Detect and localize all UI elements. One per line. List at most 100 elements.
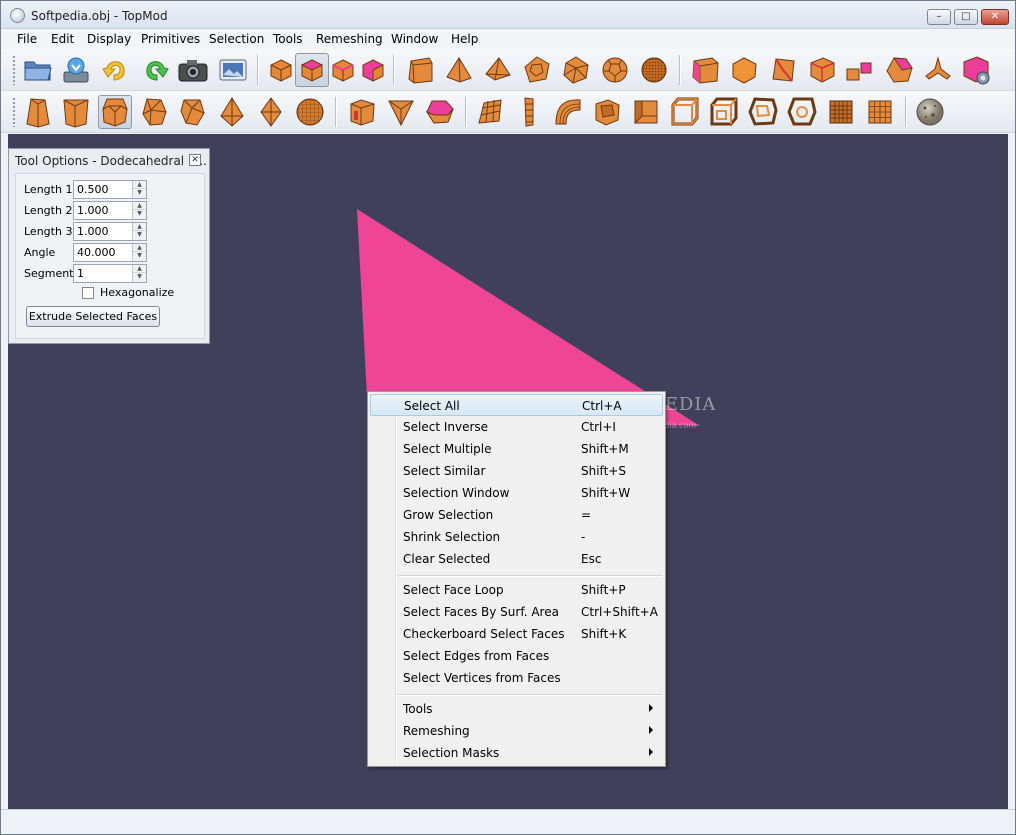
- hexagonalize-checkbox[interactable]: [82, 287, 94, 299]
- lattice-icon[interactable]: [824, 95, 858, 129]
- menu-edit[interactable]: Edit: [51, 32, 74, 46]
- menu-remeshing[interactable]: Remeshing: [316, 32, 383, 46]
- spin-down-icon[interactable]: ▼: [133, 273, 146, 281]
- menu-tools[interactable]: Tools: [273, 32, 303, 46]
- spin-up-icon[interactable]: ▲: [133, 181, 146, 189]
- title-bar[interactable]: Softpedia.obj - TopMod – □ ✕: [1, 1, 1015, 29]
- face-select-mode-icon[interactable]: [295, 53, 329, 87]
- extrude-double-face-icon[interactable]: [59, 95, 93, 129]
- column-icon[interactable]: [423, 95, 457, 129]
- menu-help[interactable]: Help: [451, 32, 478, 46]
- extrude-face-icon[interactable]: [21, 95, 55, 129]
- dodecahedral-extrude-icon[interactable]: [98, 95, 132, 129]
- undo-icon[interactable]: [99, 53, 133, 87]
- close-button[interactable]: ✕: [981, 9, 1009, 25]
- segments-input[interactable]: [74, 265, 132, 282]
- dodecahedron-primitive-icon[interactable]: [520, 53, 554, 87]
- tetrahedron-primitive-icon[interactable]: [442, 53, 476, 87]
- spin-up-icon[interactable]: ▲: [133, 202, 146, 210]
- menu-item-selection-masks-submenu[interactable]: Selection Masks: [370, 742, 663, 764]
- hole-handle-icon[interactable]: [551, 95, 585, 129]
- menu-item-clear-selected[interactable]: Clear Selected Esc: [370, 548, 663, 570]
- length1-input[interactable]: [74, 181, 132, 198]
- length2-input[interactable]: [74, 202, 132, 219]
- extrude-selected-faces-button[interactable]: Extrude Selected Faces: [26, 306, 160, 327]
- texture-sphere-icon[interactable]: [913, 95, 947, 129]
- toolbar-grip[interactable]: [12, 97, 16, 127]
- soccer-ball-primitive-icon[interactable]: [598, 53, 632, 87]
- torus-handle-icon[interactable]: [707, 95, 741, 129]
- angle-input[interactable]: [74, 244, 132, 261]
- tool-options-title[interactable]: Tool Options - Dodecahedral E...: [9, 149, 209, 171]
- menu-item-select-multiple[interactable]: Select Multiple Shift+M: [370, 438, 663, 460]
- menu-item-tools-submenu[interactable]: Tools: [370, 698, 663, 720]
- segments-spinbox[interactable]: ▲ ▼: [73, 264, 147, 283]
- length3-input[interactable]: [74, 223, 132, 240]
- vertex-select-mode-icon[interactable]: [264, 53, 298, 87]
- menu-item-grow-selection[interactable]: Grow Selection =: [370, 504, 663, 526]
- sculpting-icon[interactable]: [746, 95, 780, 129]
- menu-item-select-all[interactable]: Select All Ctrl+A: [370, 394, 663, 416]
- delete-edge-icon[interactable]: [727, 53, 761, 87]
- insert-edge-icon[interactable]: [688, 53, 722, 87]
- wireframe-cube-icon[interactable]: [785, 95, 819, 129]
- screenshot-icon[interactable]: [216, 53, 250, 87]
- sierpinsky-icon[interactable]: [473, 95, 507, 129]
- menu-display[interactable]: Display: [87, 32, 131, 46]
- icosahedron-primitive-icon[interactable]: [559, 53, 593, 87]
- octahedron-primitive-icon[interactable]: [481, 53, 515, 87]
- spin-down-icon[interactable]: ▼: [133, 231, 146, 239]
- menu-item-select-inverse[interactable]: Select Inverse Ctrl+I: [370, 416, 663, 438]
- splice-corners-icon[interactable]: [882, 53, 916, 87]
- pipe-handle-icon[interactable]: [629, 95, 663, 129]
- wireframe-icon[interactable]: [384, 95, 418, 129]
- subdivide-edge-icon[interactable]: [805, 53, 839, 87]
- minimize-button[interactable]: –: [927, 9, 951, 25]
- connect-edges-icon[interactable]: [843, 53, 877, 87]
- maximize-button[interactable]: □: [954, 9, 978, 25]
- transform-icon[interactable]: [921, 53, 955, 87]
- spin-up-icon[interactable]: ▲: [133, 265, 146, 273]
- spin-down-icon[interactable]: ▼: [133, 210, 146, 218]
- crust-icon[interactable]: [345, 95, 379, 129]
- tool-options-close-icon[interactable]: ✕: [189, 154, 201, 166]
- angle-spinbox[interactable]: ▲ ▼: [73, 243, 147, 262]
- menu-selection[interactable]: Selection: [209, 32, 264, 46]
- menu-primitives[interactable]: Primitives: [141, 32, 200, 46]
- menu-window[interactable]: Window: [391, 32, 438, 46]
- selection-settings-icon[interactable]: [959, 53, 993, 87]
- camera-icon[interactable]: [176, 53, 210, 87]
- length1-spinbox[interactable]: ▲ ▼: [73, 180, 147, 199]
- toolbar-grip[interactable]: [12, 55, 16, 85]
- open-folder-icon[interactable]: [21, 53, 55, 87]
- menu-item-select-face-loop[interactable]: Select Face Loop Shift+P: [370, 579, 663, 601]
- menu-item-select-vertices-from-faces[interactable]: Select Vertices from Faces: [370, 667, 663, 689]
- menu-item-select-faces-by-surf-area[interactable]: Select Faces By Surf. Area Ctrl+Shift+A: [370, 601, 663, 623]
- spin-up-icon[interactable]: ▲: [133, 223, 146, 231]
- menu-item-select-similar[interactable]: Select Similar Shift+S: [370, 460, 663, 482]
- dome-extrude-icon[interactable]: [176, 95, 210, 129]
- multi-face-handle-icon[interactable]: [512, 95, 546, 129]
- menu-item-checkerboard-select-faces[interactable]: Checkerboard Select Faces Shift+K: [370, 623, 663, 645]
- cubical-extrude-icon[interactable]: [293, 95, 327, 129]
- loop-handle-icon[interactable]: [668, 95, 702, 129]
- length3-spinbox[interactable]: ▲ ▼: [73, 222, 147, 241]
- collapse-edge-icon[interactable]: [766, 53, 800, 87]
- menu-item-select-edges-from-faces[interactable]: Select Edges from Faces: [370, 645, 663, 667]
- corner-select-mode-icon[interactable]: [356, 53, 390, 87]
- geodesic-sphere-primitive-icon[interactable]: [637, 53, 671, 87]
- double-stellate-icon[interactable]: [254, 95, 288, 129]
- icosahedral-extrude-icon[interactable]: [137, 95, 171, 129]
- edge-select-mode-icon[interactable]: [326, 53, 360, 87]
- corner-cut-icon[interactable]: [590, 95, 624, 129]
- stellate-icon[interactable]: [215, 95, 249, 129]
- spin-down-icon[interactable]: ▼: [133, 189, 146, 197]
- length2-spinbox[interactable]: ▲ ▼: [73, 201, 147, 220]
- cube-primitive-icon[interactable]: [403, 53, 437, 87]
- menu-item-remeshing-submenu[interactable]: Remeshing: [370, 720, 663, 742]
- menu-item-shrink-selection[interactable]: Shrink Selection -: [370, 526, 663, 548]
- spin-down-icon[interactable]: ▼: [133, 252, 146, 260]
- spin-up-icon[interactable]: ▲: [133, 244, 146, 252]
- redo-icon[interactable]: [138, 53, 172, 87]
- save-icon[interactable]: [59, 53, 93, 87]
